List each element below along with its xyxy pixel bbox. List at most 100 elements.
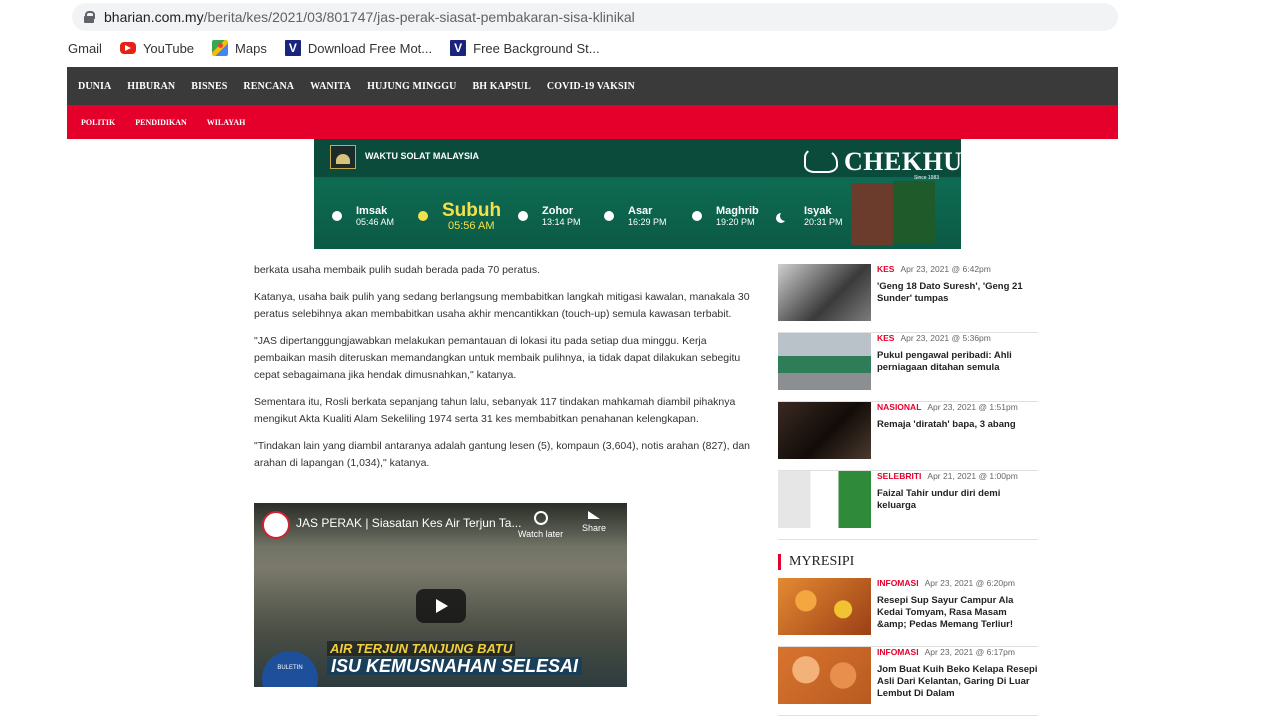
nav-item-rencana[interactable]: RENCANA bbox=[243, 81, 294, 92]
sub-nav: POLITIK PENDIDIKAN WILAYAH bbox=[67, 105, 1118, 139]
share-button[interactable]: Share bbox=[582, 511, 606, 533]
v-logo-icon: V bbox=[284, 40, 301, 56]
news-category[interactable]: KES bbox=[877, 264, 894, 274]
product-pack bbox=[893, 181, 935, 243]
sidebar: KES Apr 23, 2021 @ 6:42pm 'Geng 18 Dato Su… bbox=[778, 264, 1038, 716]
buletin-logo: BULETIN bbox=[262, 651, 318, 687]
article-paragraph: Sementara itu, Rosli berkata sepanjang t… bbox=[254, 396, 736, 425]
address-bar[interactable]: bharian.com.my/berita/kes/2021/03/801747… bbox=[72, 3, 1118, 31]
prayer-time: 05:46 AM bbox=[356, 217, 395, 227]
watch-later-button[interactable]: Watch later bbox=[518, 511, 563, 539]
news-list-item[interactable]: SELEBRITI Apr 21, 2021 @ 1:00pm Faizal Tah… bbox=[778, 471, 1038, 540]
subnav-item-pendidikan[interactable]: PENDIDIKAN bbox=[135, 118, 187, 127]
bookmarks-bar: Gmail YouTube Maps V Download Free Mot..… bbox=[68, 36, 618, 60]
nav-item-hiburan[interactable]: HIBURAN bbox=[127, 81, 175, 92]
news-headline[interactable]: Remaja 'diratah' bapa, 3 abang bbox=[877, 419, 1018, 431]
play-button[interactable] bbox=[416, 589, 466, 623]
prayer-time: 19:20 PM bbox=[716, 217, 755, 227]
nav-item-covid-vaksin[interactable]: COVID-19 VAKSIN bbox=[547, 81, 635, 92]
news-list-item[interactable]: KES Apr 23, 2021 @ 6:42pm 'Geng 18 Dato Su… bbox=[778, 264, 1038, 333]
recipe-list-item[interactable]: INFOMASI Apr 23, 2021 @ 6:20pm Resepi Sup … bbox=[778, 578, 1038, 647]
share-label: Share bbox=[582, 523, 607, 533]
prayer-asar: Asar 16:29 PM bbox=[598, 205, 667, 228]
bookmark-download-free-mot[interactable]: V Download Free Mot... bbox=[284, 40, 432, 56]
news-headline[interactable]: Faizal Tahir undur diri demi keluarga bbox=[877, 488, 1038, 512]
news-thumbnail[interactable] bbox=[778, 471, 871, 528]
nav-item-bisnes[interactable]: BISNES bbox=[191, 81, 227, 92]
prayer-name: Asar bbox=[628, 205, 653, 217]
moon-icon bbox=[774, 209, 796, 225]
bookmark-label: Free Background St... bbox=[473, 40, 600, 56]
prayer-time: 20:31 PM bbox=[804, 217, 843, 227]
main-nav: DUNIA HIBURAN BISNES RENCANA WANITA HUJU… bbox=[67, 67, 1118, 105]
news-thumbnail[interactable] bbox=[778, 402, 871, 459]
sunset-icon bbox=[686, 209, 708, 225]
product-pack bbox=[851, 183, 893, 245]
prayer-times-ad-banner[interactable]: WAKTU SOLAT MALAYSIA CHEKHUP Since 1983 … bbox=[314, 139, 961, 249]
subnav-item-wilayah[interactable]: WILAYAH bbox=[207, 118, 246, 127]
v-logo-icon: V bbox=[450, 40, 467, 56]
news-category[interactable]: NASIONAL bbox=[877, 402, 921, 412]
lock-icon[interactable] bbox=[84, 11, 95, 23]
recipe-thumbnail[interactable] bbox=[778, 578, 871, 635]
news-thumbnail[interactable] bbox=[778, 264, 871, 321]
share-icon bbox=[588, 511, 601, 519]
bookmark-gmail[interactable]: Gmail bbox=[68, 41, 102, 56]
prayer-zohor: Zohor 13:14 PM bbox=[512, 205, 581, 228]
bookmark-free-background[interactable]: V Free Background St... bbox=[450, 40, 600, 56]
prayer-time: 16:29 PM bbox=[628, 217, 667, 227]
youtube-video-embed[interactable]: JAS PERAK | Siasatan Kes Air Terjun Ta..… bbox=[254, 503, 627, 687]
prayer-name: Zohor bbox=[542, 205, 574, 217]
nav-item-hujung-minggu[interactable]: HUJUNG MINGGU bbox=[367, 81, 456, 92]
recipe-thumbnail[interactable] bbox=[778, 647, 871, 704]
prayer-name: Maghrib bbox=[716, 205, 759, 217]
recipe-headline[interactable]: Jom Buat Kuih Beko Kelapa Resepi Asli Da… bbox=[877, 664, 1038, 700]
product-packs-image bbox=[851, 177, 939, 249]
clock-icon bbox=[533, 511, 548, 525]
news-category[interactable]: SELEBRITI bbox=[877, 471, 921, 481]
prayer-name: Isyak bbox=[804, 205, 832, 217]
news-date: Apr 23, 2021 @ 6:42pm bbox=[900, 264, 991, 274]
prayer-time: 05:56 AM bbox=[448, 220, 495, 232]
recipe-category[interactable]: INFOMASI bbox=[877, 578, 919, 588]
news-thumbnail[interactable] bbox=[778, 333, 871, 390]
subnav-item-politik[interactable]: POLITIK bbox=[81, 118, 115, 127]
news-headline[interactable]: 'Geng 18 Dato Suresh', 'Geng 21 Sunder' … bbox=[877, 281, 1038, 305]
bookmark-maps[interactable]: Maps bbox=[212, 40, 267, 56]
channel-avatar[interactable] bbox=[262, 511, 290, 539]
recipe-category[interactable]: INFOMASI bbox=[877, 647, 919, 657]
prayer-maghrib: Maghrib 19:20 PM bbox=[686, 205, 759, 228]
brand-logo: CHEKHUP bbox=[844, 147, 961, 176]
bookmark-label: YouTube bbox=[142, 40, 195, 56]
prayer-isyak: Isyak 20:31 PM bbox=[774, 205, 843, 228]
recipe-headline[interactable]: Resepi Sup Sayur Campur Ala Kedai Tomyam… bbox=[877, 595, 1038, 631]
news-date: Apr 23, 2021 @ 5:36pm bbox=[900, 333, 991, 343]
nav-item-dunia[interactable]: DUNIA bbox=[78, 81, 111, 92]
news-headline[interactable]: Pukul pengawal peribadi: Ahli perniagaan… bbox=[877, 350, 1038, 374]
section-title-myresipi[interactable]: MYRESIPI bbox=[778, 554, 1038, 570]
bookmark-youtube[interactable]: YouTube bbox=[119, 40, 195, 56]
video-title[interactable]: JAS PERAK | Siasatan Kes Air Terjun Ta..… bbox=[296, 516, 521, 530]
sun-cloud-icon bbox=[598, 209, 620, 225]
news-list-item[interactable]: KES Apr 23, 2021 @ 5:36pm Pukul pengawal p… bbox=[778, 333, 1038, 402]
banner-title: WAKTU SOLAT MALAYSIA bbox=[365, 151, 479, 161]
article-paragraph: berkata usaha membaik pulih sudah berada… bbox=[254, 264, 541, 276]
prayer-subuh: Subuh 05:56 AM bbox=[412, 201, 501, 232]
news-list-item[interactable]: NASIONAL Apr 23, 2021 @ 1:51pm Remaja 'dir… bbox=[778, 402, 1038, 471]
sunrise-icon bbox=[326, 209, 348, 225]
mosque-icon bbox=[330, 145, 356, 169]
maps-icon bbox=[212, 40, 229, 56]
nav-item-wanita[interactable]: WANITA bbox=[310, 81, 351, 92]
news-date: Apr 23, 2021 @ 1:51pm bbox=[927, 402, 1018, 412]
prayer-time: 13:14 PM bbox=[542, 217, 581, 227]
article-paragraph: Katanya, usaha baik pulih yang sedang be… bbox=[254, 291, 750, 320]
video-caption-top: AIR TERJUN TANJUNG BATU bbox=[327, 641, 516, 656]
url-host: bharian.com.my bbox=[104, 9, 204, 25]
bookmark-label: Gmail bbox=[68, 40, 102, 56]
recipe-list-item[interactable]: INFOMASI Apr 23, 2021 @ 6:17pm Jom Buat Ku… bbox=[778, 647, 1038, 716]
recipe-date: Apr 23, 2021 @ 6:17pm bbox=[924, 647, 1015, 657]
news-category[interactable]: KES bbox=[877, 333, 894, 343]
prayer-name: Subuh bbox=[442, 200, 502, 221]
nav-item-bh-kapsul[interactable]: BH KAPSUL bbox=[472, 81, 530, 92]
sun-icon bbox=[512, 209, 534, 225]
